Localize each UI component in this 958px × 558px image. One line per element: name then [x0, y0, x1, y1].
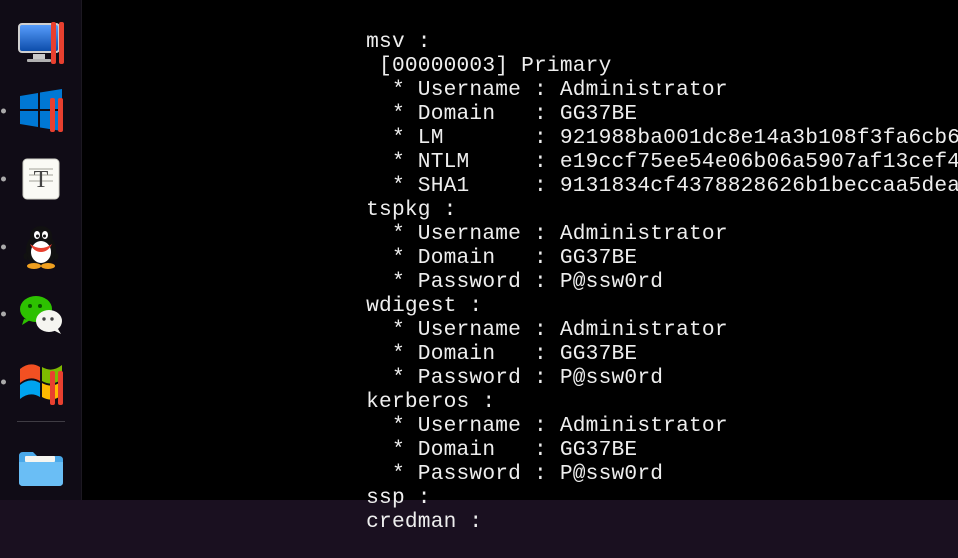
dock: T: [0, 0, 82, 500]
windows-vm-icon[interactable]: [13, 84, 69, 140]
finder-folder-icon[interactable]: [13, 438, 69, 494]
terminal-window[interactable]: msv : [00000003] Primary * Username : Ad…: [82, 0, 958, 500]
msv-id-line: [00000003] Primary: [82, 54, 612, 78]
tspkg-username: * Username : Administrator: [82, 222, 728, 246]
parallels-desktop-icon[interactable]: [13, 16, 69, 72]
wdigest-password: * Password : P@ssw0rd: [82, 366, 663, 390]
msv-header-partial: msv :: [82, 30, 431, 54]
running-indicator: [1, 312, 6, 317]
kerberos-header: kerberos :: [82, 390, 495, 414]
svg-text:T: T: [33, 167, 48, 193]
kerberos-password: * Password : P@ssw0rd: [82, 462, 663, 486]
tspkg-domain: * Domain : GG37BE: [82, 246, 637, 270]
msv-sha1: * SHA1 : 9131834cf4378828626b1beccaa5dea…: [82, 174, 958, 198]
running-indicator: [1, 176, 6, 181]
tspkg-header: tspkg :: [82, 198, 457, 222]
wechat-icon[interactable]: [13, 286, 69, 342]
msv-lm: * LM : 921988ba001dc8e14a3b108f3fa6cb6d: [82, 126, 958, 150]
msv-ntlm: * NTLM : e19ccf75ee54e06b06a5907af13cef4…: [82, 150, 958, 174]
ssp-header: ssp :: [82, 486, 431, 510]
qq-icon[interactable]: [13, 219, 69, 275]
textedit-icon[interactable]: T: [13, 151, 69, 207]
credman-header: credman :: [82, 510, 482, 534]
running-indicator: [1, 244, 6, 249]
kerberos-username: * Username : Administrator: [82, 414, 728, 438]
terminal-output: msv : [00000003] Primary * Username : Ad…: [82, 30, 958, 534]
tspkg-password: * Password : P@ssw0rd: [82, 270, 663, 294]
wdigest-domain: * Domain : GG37BE: [82, 342, 637, 366]
windows-app-icon[interactable]: [13, 354, 69, 410]
msv-domain: * Domain : GG37BE: [82, 102, 637, 126]
running-indicator: [1, 379, 6, 384]
running-indicator: [1, 109, 6, 114]
kerberos-domain: * Domain : GG37BE: [82, 438, 637, 462]
wdigest-username: * Username : Administrator: [82, 318, 728, 342]
dock-separator: [17, 421, 65, 422]
wdigest-header: wdigest :: [82, 294, 482, 318]
msv-username: * Username : Administrator: [82, 78, 728, 102]
